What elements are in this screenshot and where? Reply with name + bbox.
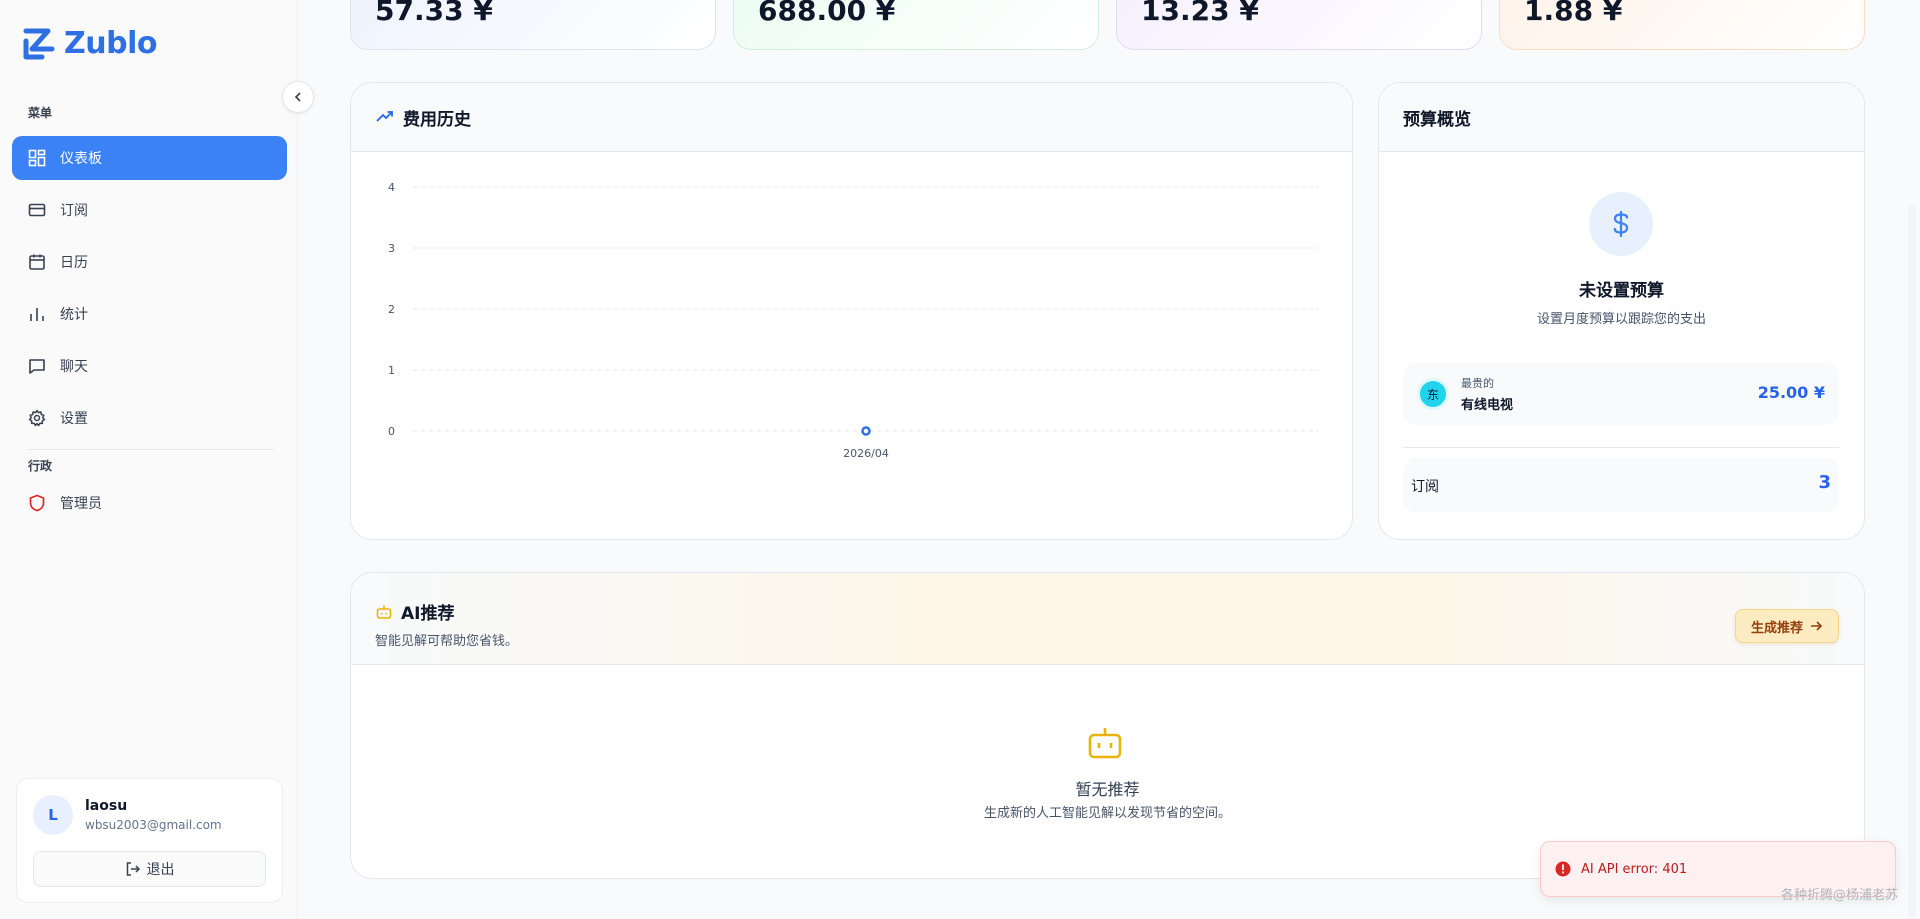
subscription-count-row: 订阅 3 (1403, 458, 1839, 512)
page-scrollbar[interactable] (1908, 205, 1916, 919)
ai-empty-subtitle: 生成新的人工智能见解以发现节省的空间。 (983, 806, 1231, 821)
sidebar-item-label: 设置 (60, 411, 88, 427)
service-logo: 东 (1417, 378, 1449, 410)
chat-icon (29, 359, 45, 374)
user-email: wbsu2003@gmail.com (85, 818, 222, 832)
stat-value: 57.33 ¥ (375, 0, 493, 27)
ai-title: AI推荐 (401, 604, 455, 624)
stat-value: 13.23 ¥ (1141, 0, 1259, 27)
y-tick-label: 3 (388, 242, 395, 255)
sidebar-item-subscriptions[interactable]: 订阅 (12, 188, 287, 232)
cost-history-card: 费用历史 0 1 2 3 4 2026/04 (350, 82, 1353, 540)
dollar-icon (1613, 210, 1629, 238)
budget-icon-circle (1589, 192, 1653, 256)
logout-icon (126, 862, 140, 876)
budget-divider (1403, 447, 1839, 448)
trending-up-icon (376, 111, 393, 122)
y-tick-label: 1 (388, 364, 395, 377)
generate-label: 生成推荐 (1750, 620, 1803, 636)
budget-overview-card: 预算概览 未设置预算 设置月度预算以跟踪您的支出 东 最贵的 有线电视 25.0… (1378, 82, 1865, 540)
service-price: 25.00 ¥ (1757, 383, 1825, 402)
cost-history-chart: 0 1 2 3 4 2026/04 (388, 181, 1319, 460)
logout-label: 退出 (146, 862, 175, 878)
sidebar-item-dashboard[interactable]: 仪表板 (12, 136, 287, 180)
sidebar-item-statistics[interactable]: 统计 (12, 292, 287, 336)
sidebar-item-chat[interactable]: 聊天 (12, 344, 287, 388)
bot-icon (376, 605, 392, 619)
x-tick-label: 2026/04 (843, 447, 889, 460)
sidebar-item-calendar[interactable]: 日历 (12, 240, 287, 284)
shield-icon (29, 494, 45, 512)
logo-icon (23, 28, 55, 59)
service-name: 有线电视 (1461, 398, 1514, 413)
ai-empty-title: 暂无推荐 (1075, 780, 1140, 799)
sidebar-item-label: 订阅 (60, 203, 88, 219)
sidebar-item-label: 仪表板 (60, 151, 102, 167)
calendar-icon (29, 254, 45, 270)
ai-title-row: AI推荐 (375, 599, 454, 624)
arrow-right-icon (1811, 621, 1823, 631)
most-expensive-label: 最贵的 (1461, 377, 1494, 390)
user-card: L laosu wbsu2003@gmail.com 退出 (16, 778, 283, 903)
y-tick-label: 0 (388, 425, 395, 438)
sidebar-item-label: 统计 (60, 307, 88, 323)
most-expensive-item[interactable]: 东 最贵的 有线电视 25.00 ¥ (1403, 363, 1839, 425)
bar-chart-icon (30, 308, 44, 321)
cost-history-header: 费用历史 (351, 83, 1352, 152)
budget-title: 预算概览 (1403, 109, 1471, 130)
data-point[interactable] (861, 426, 871, 436)
bot-icon (1088, 728, 1122, 759)
sidebar-item-label: 日历 (60, 255, 88, 271)
subscription-count-label: 订阅 (1411, 479, 1439, 495)
user-name: laosu (85, 798, 128, 814)
alert-circle-icon (1555, 861, 1571, 877)
sidebar-item-settings[interactable]: 设置 (12, 396, 287, 440)
budget-empty-title: 未设置预算 (1579, 281, 1664, 301)
ai-subtitle: 智能见解可帮助您省钱。 (375, 634, 519, 649)
ai-header: AI推荐 智能见解可帮助您省钱。 生成推荐 (351, 573, 1864, 665)
sidebar-divider (28, 449, 274, 450)
stat-value: 1.88 ¥ (1524, 0, 1623, 27)
ai-recommendations-card: AI推荐 智能见解可帮助您省钱。 生成推荐 暂无推荐 生成新的人工智能见解以发现… (350, 572, 1865, 879)
sidebar-item-label: 聊天 (60, 359, 88, 375)
menu-section-label: 菜单 (28, 106, 53, 120)
subscription-count-value: 3 (1818, 472, 1831, 493)
app-name: Zublo (64, 26, 157, 61)
budget-empty-subtitle: 设置月度预算以跟踪您的支出 (1536, 312, 1706, 327)
stat-card-3: 13.23 ¥ (1116, 0, 1482, 50)
generate-recommendations-button[interactable]: 生成推荐 (1735, 609, 1839, 643)
sidebar-item-label: 管理员 (60, 496, 102, 512)
cost-history-title: 费用历史 (403, 109, 471, 130)
chevron-left-icon (294, 92, 301, 102)
gear-icon (28, 409, 46, 427)
logout-button[interactable]: 退出 (33, 851, 266, 887)
avatar: L (33, 795, 73, 835)
stat-card-1: 57.33 ¥ (350, 0, 716, 50)
y-tick-label: 4 (388, 181, 395, 194)
credit-card-icon (28, 203, 46, 217)
app-logo[interactable]: Zublo (22, 26, 157, 61)
error-toast-message: AI API error: 401 (1581, 861, 1688, 877)
budget-header: 预算概览 (1379, 83, 1864, 152)
sidebar-collapse-button[interactable] (282, 81, 314, 113)
sidebar-item-admin[interactable]: 管理员 (12, 481, 287, 525)
stat-value: 688.00 ¥ (758, 0, 896, 27)
dashboard-icon (28, 149, 46, 167)
stat-card-4: 1.88 ¥ (1499, 0, 1865, 50)
y-tick-label: 2 (388, 303, 395, 316)
stat-card-2: 688.00 ¥ (733, 0, 1099, 50)
sidebar: Zublo 菜单 仪表板 订阅 日历 统计 聊天 设置 行政 管理员 L lao… (0, 0, 298, 919)
watermark-text: 各种折腾@杨浦老苏 (1781, 888, 1899, 903)
admin-section-label: 行政 (28, 459, 53, 473)
